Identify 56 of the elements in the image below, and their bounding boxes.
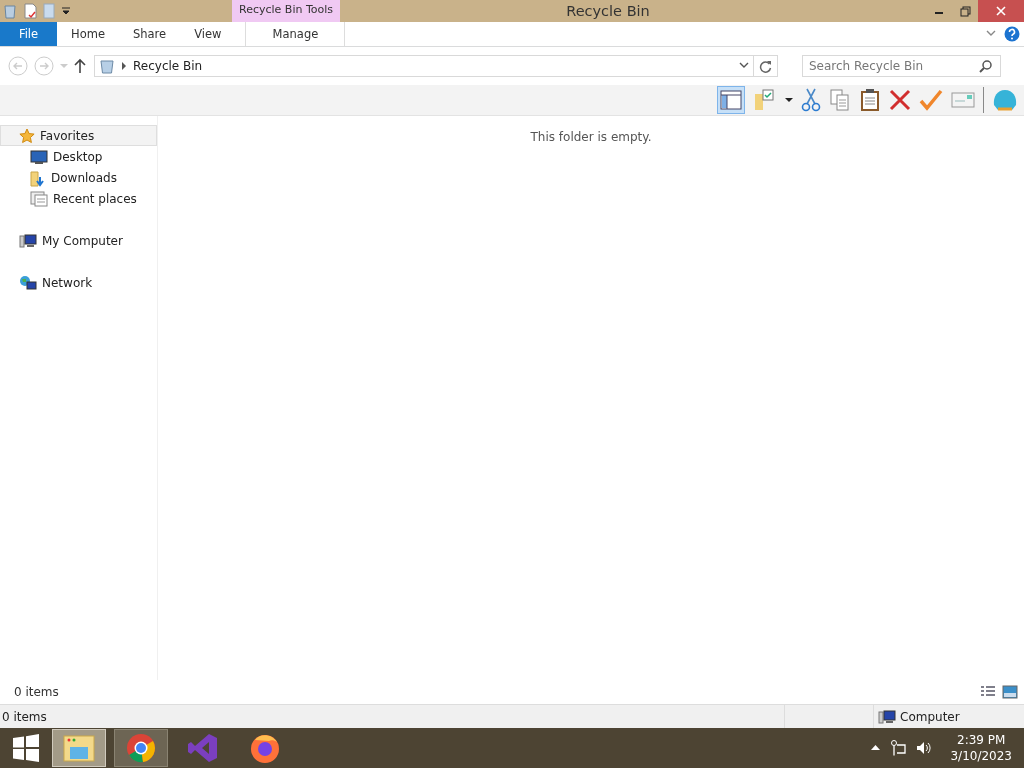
up-arrow-icon[interactable] — [74, 58, 86, 74]
ribbon-tab[interactable]: File — [0, 22, 57, 46]
navigation-item[interactable]: My Computer — [0, 230, 157, 251]
caret-icon[interactable] — [871, 745, 881, 751]
window-title: Recycle Bin — [565, 3, 651, 19]
speaker-icon[interactable] — [916, 740, 933, 756]
monitor-icon — [30, 148, 48, 165]
thumbnail-view-icon[interactable] — [1002, 685, 1018, 699]
delete-icon[interactable] — [889, 89, 911, 111]
chevron-icon[interactable] — [986, 30, 996, 38]
help-icon[interactable] — [1004, 26, 1020, 42]
clock[interactable]: 2:39 PM 3/10/2023 — [950, 732, 1012, 764]
network-icon[interactable] — [890, 740, 907, 756]
navigation-item[interactable]: Favorites — [0, 125, 157, 146]
caret-icon[interactable] — [785, 97, 793, 103]
close-icon[interactable] — [996, 6, 1006, 16]
location-label: Computer — [900, 709, 960, 724]
details-view-icon[interactable] — [980, 685, 996, 699]
refresh-icon[interactable] — [759, 59, 772, 73]
pane-icon — [720, 90, 742, 110]
shell-icon[interactable] — [992, 88, 1018, 112]
document-icon[interactable] — [23, 3, 37, 19]
search-field[interactable]: Search Recycle Bin — [802, 55, 1001, 77]
item-count: 0 items — [2, 709, 47, 724]
context-tab-group: Recycle Bin Tools — [232, 0, 340, 22]
firefox-icon — [249, 732, 281, 764]
network-icon — [19, 274, 37, 291]
clipboard-icon[interactable] — [859, 88, 881, 112]
time-text: 2:39 PM — [957, 732, 1006, 748]
checkmark-icon[interactable] — [919, 89, 943, 111]
computer-icon — [878, 708, 896, 725]
preview-pane-button[interactable] — [717, 86, 745, 114]
navigation-item[interactable]: Recent places — [0, 188, 157, 209]
windows-start-icon[interactable] — [12, 734, 40, 762]
navigation-item[interactable]: Network — [0, 272, 157, 293]
recent-places-icon — [30, 190, 48, 207]
file-explorer-icon — [62, 733, 96, 763]
caret-icon — [121, 62, 127, 70]
recycle-bin-icon — [99, 58, 115, 74]
star-icon — [19, 127, 35, 144]
address-path: Recycle Bin — [133, 59, 204, 73]
date-text: 3/10/2023 — [950, 748, 1012, 764]
navigation-item[interactable]: Downloads — [0, 167, 157, 188]
visual-studio-icon — [187, 732, 219, 764]
taskbar-app-button[interactable] — [114, 729, 168, 767]
navigation-item[interactable]: Desktop — [0, 146, 157, 167]
address-field[interactable]: Recycle Bin — [94, 55, 754, 77]
ribbon-tab[interactable]: Manage — [245, 22, 346, 46]
chevron-icon — [739, 62, 749, 70]
restore-icon[interactable] — [959, 5, 971, 17]
chrome-icon — [126, 733, 156, 763]
empty-folder-message: This folder is empty. — [530, 130, 652, 144]
dropdown-icon[interactable] — [61, 6, 71, 16]
item-count: 0 items — [14, 685, 60, 699]
computer-icon — [19, 232, 37, 249]
scissors-icon[interactable] — [801, 88, 821, 112]
